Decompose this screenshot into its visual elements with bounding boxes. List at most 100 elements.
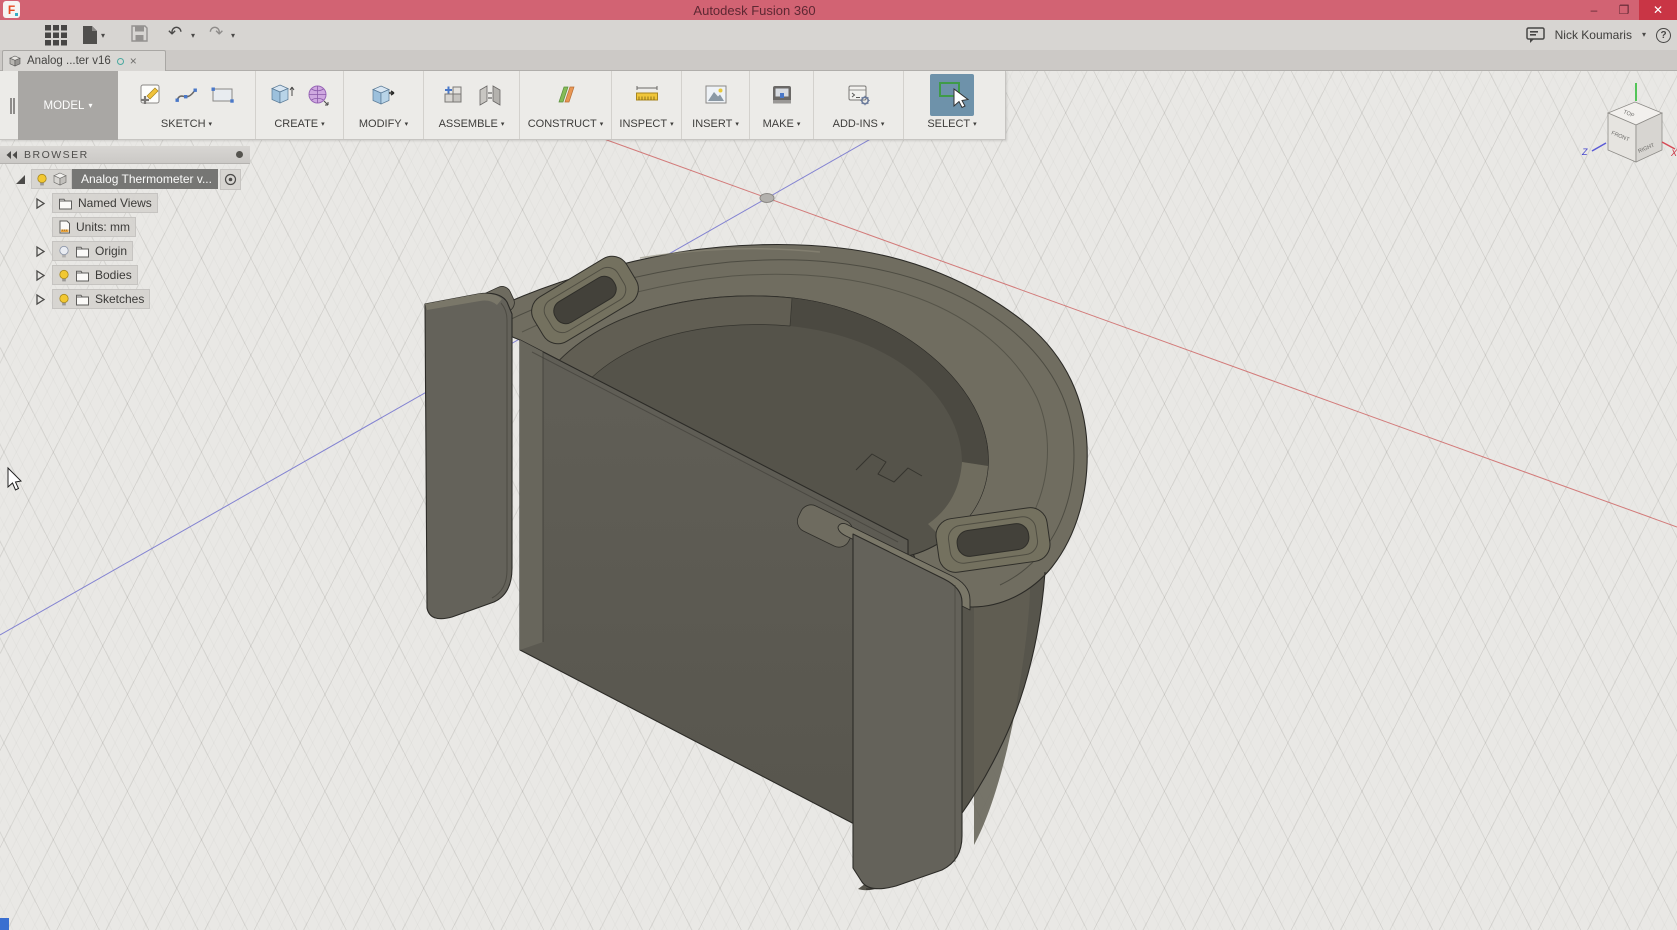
ribbon-group-sketch: SKETCH ▾ [118,71,256,139]
workspace-switcher[interactable]: MODEL ▾ [18,71,118,140]
origin-marker[interactable] [759,193,775,203]
visibility-bulb-off-icon[interactable] [58,245,70,258]
toolbar-ribbon: MODEL ▾ SKETCH ▾ CREATE ▾ MODIFY ▾ ASSEM… [0,71,1006,140]
ribbon-group-construct: CONSTRUCT ▾ [520,71,612,139]
undo-caret-icon[interactable]: ▾ [191,32,195,40]
fusion-logo-icon: F [3,1,20,18]
window-titlebar[interactable]: F Autodesk Fusion 360 – ❐ ✕ [0,0,1677,20]
new-component-icon[interactable] [441,82,467,108]
group-label-inspect[interactable]: INSPECT [619,118,667,130]
group-label-sketch[interactable]: SKETCH [161,118,206,130]
chevron-down-icon: ▾ [880,120,885,128]
model-body[interactable] [424,243,1088,891]
collapsed-arrow-icon[interactable] [34,197,47,210]
undo-button[interactable]: ↶ [168,22,182,44]
collapsed-arrow-icon[interactable] [34,245,47,258]
notifications-comment-icon[interactable] [1525,27,1545,43]
model-corner-round [520,340,543,650]
tree-item-label: Units: mm [76,220,130,234]
document-tab[interactable]: Analog ...ter v16 × [2,50,166,71]
create-sketch-icon[interactable] [138,82,164,108]
z-axis-indicator [1591,142,1607,152]
scripts-addins-icon[interactable] [846,82,872,108]
ribbon-group-addins: ADD-INS ▾ [814,71,904,139]
root-document-label[interactable]: Analog Thermometer v... [72,169,218,189]
construction-plane-icon[interactable] [553,82,579,108]
collapsed-arrow-icon[interactable] [34,293,47,306]
browser-header[interactable]: BROWSER [0,146,250,164]
group-label-addins[interactable]: ADD-INS [833,118,878,130]
chevron-down-icon: ▾ [796,120,801,128]
chevron-down-icon: ▾ [321,120,325,128]
group-label-modify[interactable]: MODIFY [359,118,402,130]
ribbon-group-assemble: ASSEMBLE ▾ [424,71,520,139]
save-icon[interactable] [131,25,148,42]
help-icon[interactable]: ? [1656,27,1671,43]
select-tool-active[interactable] [930,73,974,116]
collapse-panel-icon[interactable] [6,150,18,160]
tree-row-bodies[interactable]: Bodies [0,263,250,287]
measure-icon[interactable] [634,82,660,108]
rectangle-tool-icon[interactable] [210,82,236,108]
press-pull-icon[interactable] [370,82,397,108]
tree-item-chip[interactable]: Sketches [52,289,151,309]
tab-close-button[interactable]: × [130,55,137,67]
app-grid-icon[interactable] [45,25,69,46]
user-menu-caret-icon[interactable]: ▾ [1642,31,1646,39]
extrude-box-icon[interactable] [268,82,295,108]
user-account-name[interactable]: Nick Koumaris [1555,28,1632,42]
group-label-construct[interactable]: CONSTRUCT [528,118,597,130]
group-label-insert[interactable]: INSERT [692,118,732,130]
model-right-wing [852,533,963,890]
tree-row-named-views[interactable]: Named Views [0,191,250,215]
window-title: Autodesk Fusion 360 [693,2,816,18]
tree-row-root[interactable]: Analog Thermometer v... [0,167,250,191]
create-form-icon[interactable] [305,82,331,108]
folder-icon [76,270,89,281]
3d-print-icon[interactable] [769,82,795,108]
viewcube[interactable]: TOP FRONT RIGHT Z X [1581,83,1677,163]
redo-caret-icon[interactable]: ▾ [231,32,235,40]
insert-image-icon[interactable] [703,82,729,108]
spline-icon[interactable] [174,82,200,108]
visibility-bulb-icon[interactable] [58,293,70,306]
tree-row-origin[interactable]: Origin [0,239,250,263]
visibility-bulb-icon[interactable] [36,173,48,186]
workspace-label: MODEL [43,99,85,112]
tree-item-chip[interactable]: Units: mm [52,217,136,237]
activate-component-chip[interactable] [220,168,241,190]
redo-button[interactable]: ↷ [209,22,223,44]
viewport-3d-scene[interactable]: TOP FRONT RIGHT Z X [0,71,1677,930]
close-button[interactable]: ✕ [1639,0,1677,20]
group-label-select[interactable]: SELECT [927,118,970,130]
toolbar-handle-icon[interactable] [10,98,15,114]
activate-radio-icon[interactable] [224,173,237,186]
group-label-create[interactable]: CREATE [274,118,318,130]
tree-row-sketches[interactable]: Sketches [0,287,250,311]
chevron-down-icon: ▾ [208,120,213,128]
model-side-highlight [974,585,1030,845]
browser-title: BROWSER [24,148,89,161]
joint-icon[interactable] [477,82,503,108]
tree-item-chip[interactable]: Named Views [52,193,158,213]
tree-item-label: Named Views [78,196,152,210]
tree-item-label: Sketches [95,292,145,306]
file-menu-caret-icon[interactable]: ▾ [101,32,105,40]
maximize-button[interactable]: ❐ [1609,0,1639,20]
expanded-arrow-icon[interactable] [14,173,27,186]
file-menu-icon[interactable] [82,25,98,45]
document-cube-icon [9,55,21,67]
tree-item-chip[interactable]: Origin [52,241,134,261]
tree-item-chip[interactable]: Bodies [52,265,138,285]
group-label-assemble[interactable]: ASSEMBLE [439,118,498,130]
panel-options-icon[interactable] [235,150,244,159]
quick-access-toolbar: ▾ ↶ ▾ ↷ ▾ Nick Koumaris ▾ ? [0,20,1677,50]
ribbon-group-select: SELECT ▾ [904,71,1000,139]
minimize-button[interactable]: – [1579,0,1609,20]
collapsed-arrow-icon[interactable] [34,269,47,282]
tree-row-units[interactable]: Units: mm [0,215,250,239]
visibility-bulb-icon[interactable] [58,269,70,282]
group-label-make[interactable]: MAKE [763,118,794,130]
folder-icon [76,246,89,257]
z-axis-label: Z [1581,147,1588,157]
